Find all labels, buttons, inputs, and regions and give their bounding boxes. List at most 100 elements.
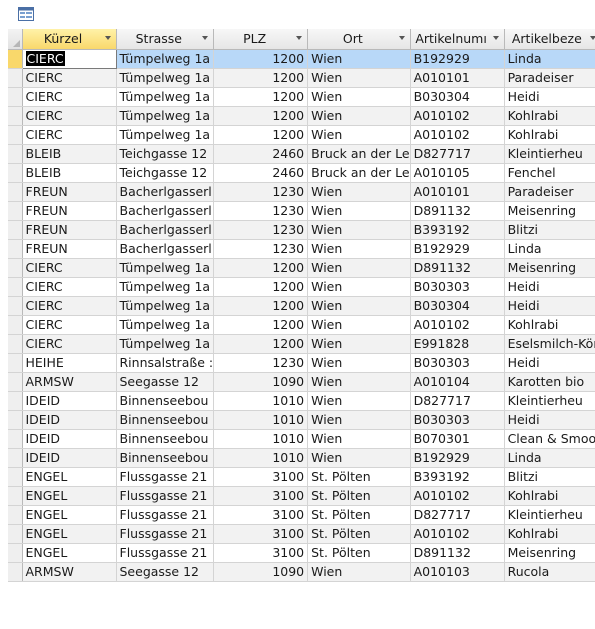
cell-artikelbezeichnung[interactable]: Linda (504, 448, 595, 468)
cell-ort[interactable]: Wien (307, 315, 411, 335)
cell-strasse[interactable]: Seegasse 12 (116, 372, 215, 392)
table-row[interactable]: ENGEL Flussgasse 21 3100 St. Pölten A010102 K… (8, 486, 595, 506)
cell-ort[interactable]: St. Pölten (307, 486, 411, 506)
cell-kuerzel[interactable]: IDEID (22, 448, 117, 468)
cell-ort[interactable]: St. Pölten (307, 505, 411, 525)
cell-plz[interactable]: 1010 (213, 391, 309, 411)
cell-kuerzel[interactable]: ENGEL (22, 467, 117, 487)
table-row[interactable]: FREUN Bacherlgasserl 1230 Wien D891132 Meisen… (8, 201, 595, 221)
col-artikelbezeichnung-header[interactable]: Artikelbeze (504, 29, 595, 50)
cell-artikelbezeichnung[interactable]: Kleintierheu (504, 391, 595, 411)
table-row[interactable]: ENGEL Flussgasse 21 3100 St. Pölten A010102 K… (8, 524, 595, 544)
cell-strasse[interactable]: Rinnsalstraße : (116, 353, 215, 373)
cell-artikelnummer[interactable]: B192929 (410, 448, 505, 468)
cell-artikelbezeichnung[interactable]: Heidi (504, 410, 595, 430)
col-kuerzel-header[interactable]: Kürzel (22, 29, 117, 50)
column-filter-dropdown-icon[interactable] (590, 36, 595, 40)
col-ort-header[interactable]: Ort (307, 29, 411, 50)
record-selector[interactable] (8, 68, 23, 88)
cell-ort[interactable]: Wien (307, 296, 411, 316)
record-selector[interactable] (8, 315, 23, 335)
cell-strasse[interactable]: Tümpelweg 1a (116, 334, 215, 354)
cell-ort[interactable]: Wien (307, 353, 411, 373)
cell-artikelbezeichnung[interactable]: Heidi (504, 353, 595, 373)
cell-artikelbezeichnung[interactable]: Kohlrabi (504, 125, 595, 145)
table-row[interactable]: FREUN Bacherlgasserl 1230 Wien B192929 Linda (8, 239, 595, 259)
cell-plz[interactable]: 1200 (213, 277, 309, 297)
cell-plz[interactable]: 1200 (213, 106, 309, 126)
cell-ort[interactable]: Wien (307, 182, 411, 202)
cell-strasse[interactable]: Seegasse 12 (116, 562, 215, 582)
cell-strasse[interactable]: Binnenseebou (116, 448, 215, 468)
cell-artikelbezeichnung[interactable]: Heidi (504, 277, 595, 297)
column-filter-dropdown-icon[interactable] (104, 36, 111, 40)
cell-artikelbezeichnung[interactable]: Kleintierheu (504, 144, 595, 164)
cell-ort[interactable]: Wien (307, 106, 411, 126)
cell-plz[interactable]: 1200 (213, 334, 309, 354)
table-row[interactable]: CIERC Tümpelweg 1a 1200 Wien A010102 Kohlrabi (8, 106, 595, 126)
record-selector[interactable] (8, 201, 23, 221)
table-row[interactable]: IDEID Binnenseebou 1010 Wien B192929 Linda (8, 448, 595, 468)
cell-kuerzel[interactable]: ENGEL (22, 505, 117, 525)
cell-kuerzel[interactable]: ENGEL (22, 524, 117, 544)
cell-artikelnummer[interactable]: B030303 (410, 353, 505, 373)
cell-kuerzel[interactable]: CIERC (22, 296, 117, 316)
cell-strasse[interactable]: Bacherlgasserl (116, 201, 215, 221)
cell-artikelnummer[interactable]: A010105 (410, 163, 505, 183)
datasheet-form-icon[interactable] (18, 7, 34, 21)
cell-ort[interactable]: Wien (307, 87, 411, 107)
cell-artikelbezeichnung[interactable]: Kohlrabi (504, 106, 595, 126)
cell-artikelbezeichnung[interactable]: Blitzi (504, 467, 595, 487)
cell-ort[interactable]: Wien (307, 201, 411, 221)
cell-plz[interactable]: 1200 (213, 258, 309, 278)
table-row[interactable]: ENGEL Flussgasse 21 3100 St. Pölten D891132 M… (8, 543, 595, 563)
record-selector[interactable] (8, 410, 23, 430)
cell-plz[interactable]: 3100 (213, 543, 309, 563)
cell-plz[interactable]: 1230 (213, 182, 309, 202)
record-selector[interactable] (8, 467, 23, 487)
cell-artikelbezeichnung[interactable]: Paradeiser (504, 68, 595, 88)
record-selector[interactable] (8, 543, 23, 563)
cell-artikelbezeichnung[interactable]: Blitzi (504, 220, 595, 240)
cell-artikelbezeichnung[interactable]: Paradeiser (504, 182, 595, 202)
cell-ort[interactable]: Wien (307, 258, 411, 278)
cell-strasse[interactable]: Binnenseebou (116, 429, 215, 449)
record-selector[interactable] (8, 296, 23, 316)
cell-artikelbezeichnung[interactable]: Rucola (504, 562, 595, 582)
cell-ort[interactable]: Bruck an der Le (307, 144, 411, 164)
cell-plz[interactable]: 1230 (213, 201, 309, 221)
column-filter-dropdown-icon[interactable] (296, 36, 303, 40)
cell-strasse[interactable]: Flussgasse 21 (116, 486, 215, 506)
cell-strasse[interactable]: Tümpelweg 1a (116, 125, 215, 145)
cell-strasse[interactable]: Flussgasse 21 (116, 543, 215, 563)
cell-plz[interactable]: 1230 (213, 353, 309, 373)
cell-artikelnummer[interactable]: A010101 (410, 68, 505, 88)
column-filter-dropdown-icon[interactable] (202, 36, 209, 40)
table-row[interactable]: ARMSW Seegasse 12 1090 Wien A010103 Rucola (8, 562, 595, 582)
cell-kuerzel[interactable]: BLEIB (22, 163, 117, 183)
table-row[interactable]: CIERC Tümpelweg 1a 1200 Wien A010102 Kohlrabi (8, 125, 595, 145)
cell-strasse[interactable]: Teichgasse 12 (116, 144, 215, 164)
cell-ort[interactable]: St. Pölten (307, 467, 411, 487)
col-artikelnummer-header[interactable]: Artikelnumı (410, 29, 505, 50)
cell-kuerzel[interactable]: FREUN (22, 201, 117, 221)
cell-artikelnummer[interactable]: B192929 (410, 239, 505, 259)
cell-ort[interactable]: Wien (307, 410, 411, 430)
cell-strasse[interactable]: Binnenseebou (116, 391, 215, 411)
table-row[interactable]: CIERC Tümpelweg 1a 1200 Wien B030303 Heidi (8, 277, 595, 297)
record-selector[interactable] (8, 486, 23, 506)
cell-strasse[interactable]: Bacherlgasserl (116, 220, 215, 240)
cell-ort[interactable]: Wien (307, 277, 411, 297)
cell-kuerzel[interactable]: CIERC (22, 277, 117, 297)
table-row[interactable]: CIERC Tümpelweg 1a 1200 Wien B030304 Heidi (8, 87, 595, 107)
column-filter-dropdown-icon[interactable] (398, 36, 405, 40)
cell-artikelnummer[interactable]: D891132 (410, 258, 505, 278)
cell-kuerzel[interactable]: ARMSW (22, 372, 117, 392)
cell-plz[interactable]: 1090 (213, 372, 309, 392)
cell-artikelbezeichnung[interactable]: Fenchel (504, 163, 595, 183)
record-selector[interactable] (8, 334, 23, 354)
table-row[interactable]: ENGEL Flussgasse 21 3100 St. Pölten D827717 K… (8, 505, 595, 525)
cell-artikelnummer[interactable]: A010102 (410, 106, 505, 126)
cell-kuerzel[interactable]: CIERC (22, 315, 117, 335)
cell-artikelnummer[interactable]: B070301 (410, 429, 505, 449)
